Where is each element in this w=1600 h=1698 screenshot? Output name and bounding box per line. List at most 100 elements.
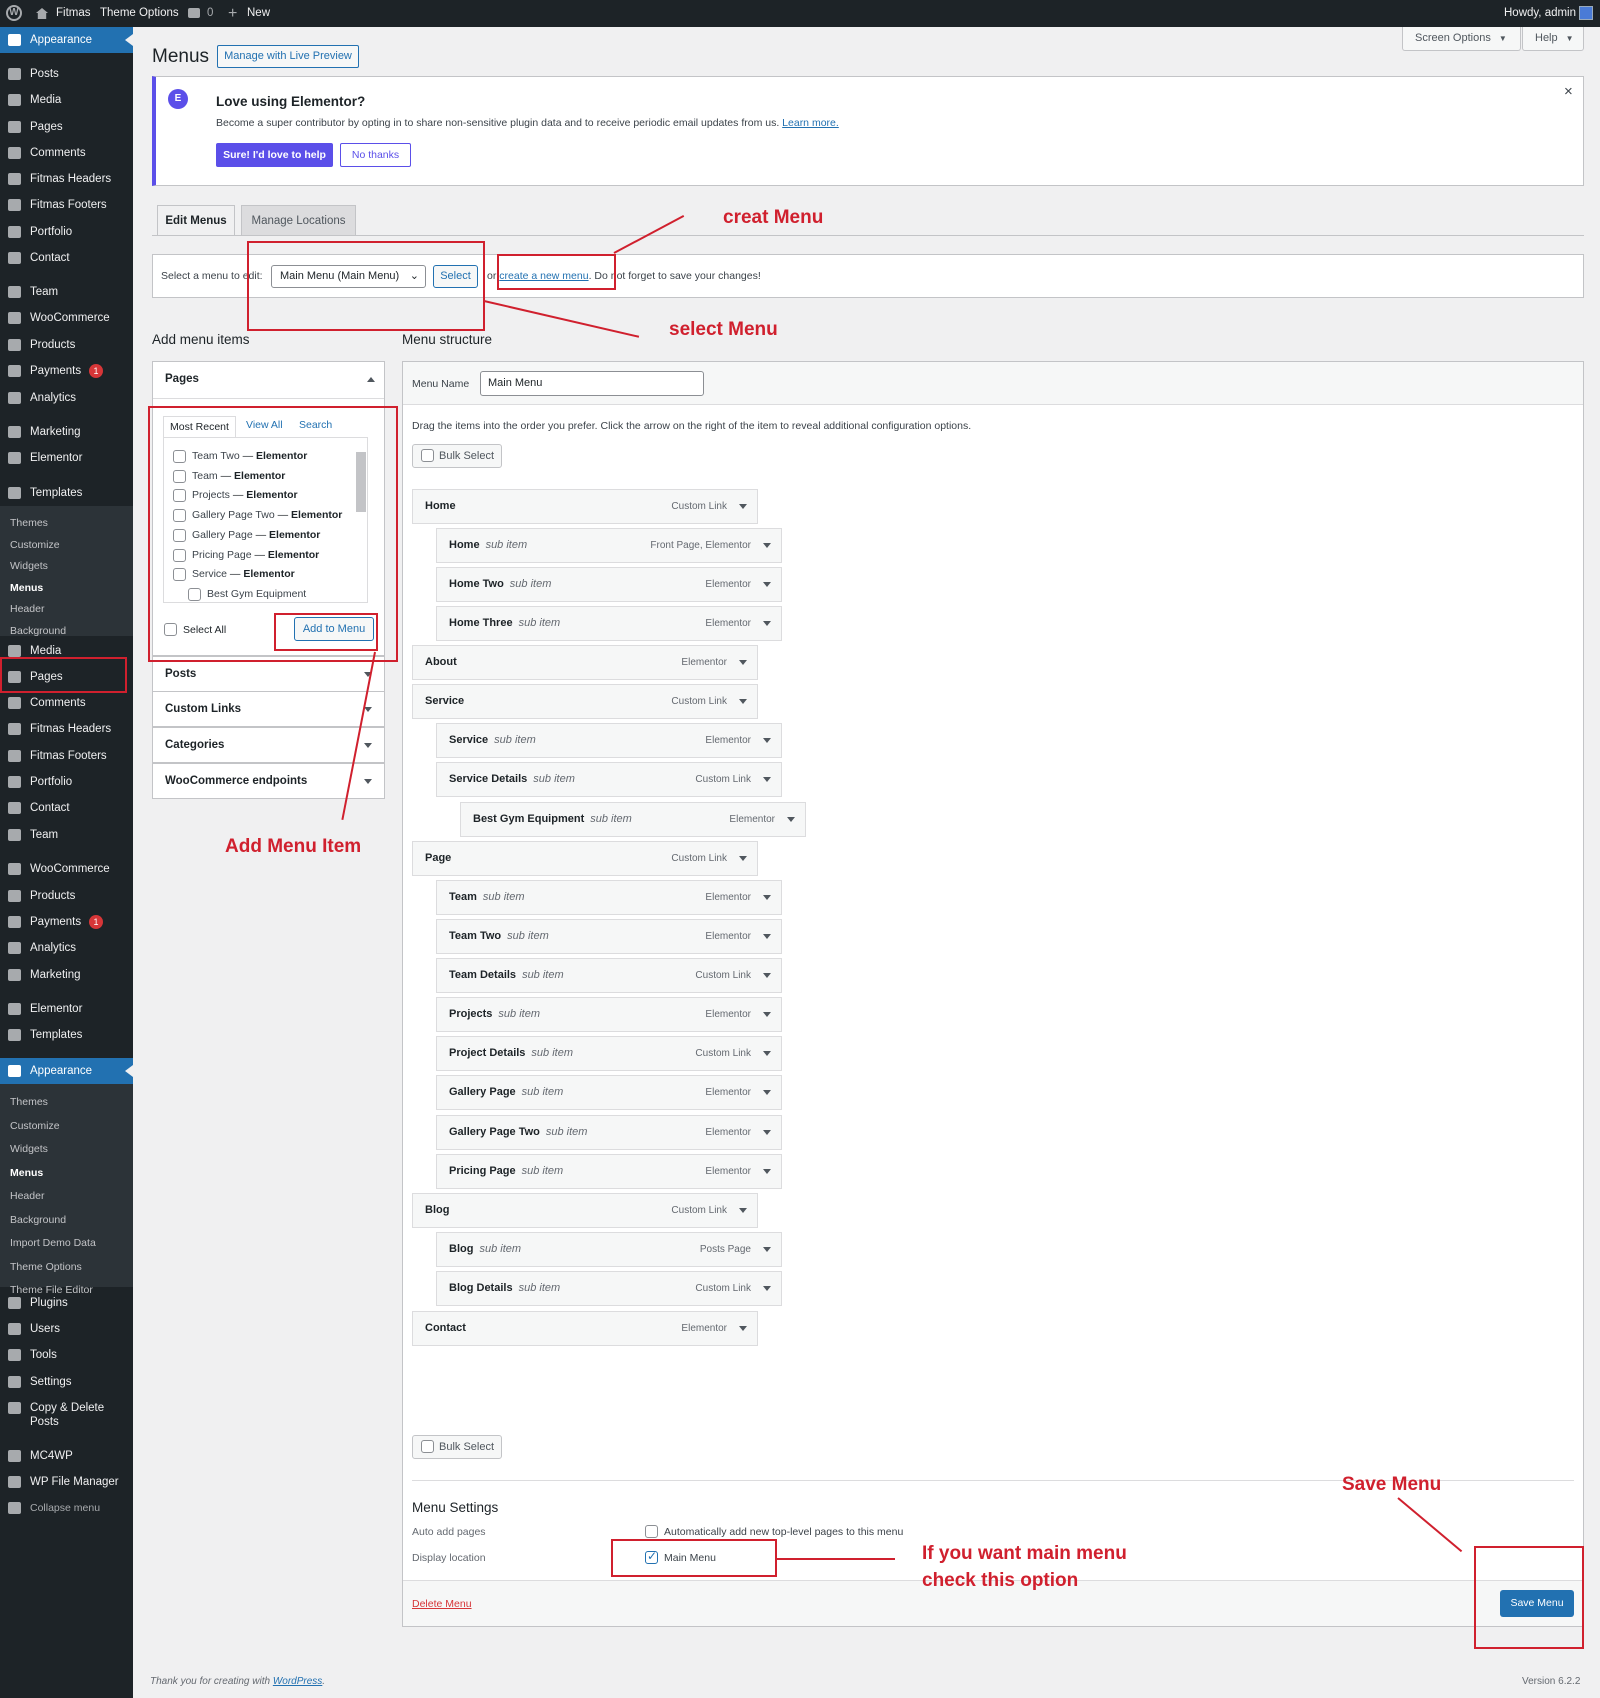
expand-arrow-icon[interactable] bbox=[763, 1286, 771, 1291]
comment-icon[interactable] bbox=[188, 8, 200, 18]
sidebar-item-posts[interactable]: Posts bbox=[0, 61, 133, 87]
expand-arrow-icon[interactable] bbox=[763, 1130, 771, 1135]
sidebar-item-users[interactable]: Users bbox=[0, 1316, 133, 1342]
avatar[interactable] bbox=[1579, 6, 1593, 20]
submenu-theme-options[interactable]: Theme Options bbox=[10, 1257, 82, 1277]
sidebar-item-appearance[interactable]: Appearance bbox=[0, 1058, 133, 1084]
bulk-select-checkbox[interactable] bbox=[421, 1440, 434, 1453]
live-preview-button[interactable]: Manage with Live Preview bbox=[217, 45, 359, 68]
menu-item-blog[interactable]: Blog sub item Posts Page bbox=[436, 1232, 782, 1267]
submenu-menus[interactable]: Menus bbox=[10, 578, 43, 598]
submenu-themes[interactable]: Themes bbox=[10, 513, 48, 533]
menu-item-home-two[interactable]: Home Two sub item Elementor bbox=[436, 567, 782, 602]
menu-item-blog-details[interactable]: Blog Details sub item Custom Link bbox=[436, 1271, 782, 1306]
sidebar-item-products[interactable]: Products bbox=[0, 332, 133, 358]
menu-item-home[interactable]: Home Custom Link bbox=[412, 489, 758, 524]
wordpress-logo-icon[interactable]: W bbox=[6, 5, 22, 21]
submenu-customize[interactable]: Customize bbox=[10, 535, 60, 555]
expand-arrow-icon[interactable] bbox=[763, 1090, 771, 1095]
menu-item-service[interactable]: Service Custom Link bbox=[412, 684, 758, 719]
expand-arrow-icon[interactable] bbox=[763, 934, 771, 939]
sidebar-item-mc4wp[interactable]: MC4WP bbox=[0, 1443, 133, 1469]
notice-no-button[interactable]: No thanks bbox=[340, 143, 411, 167]
expand-arrow-icon[interactable] bbox=[739, 660, 747, 665]
sidebar-item-portfolio[interactable]: Portfolio bbox=[0, 769, 133, 795]
sidebar-item-fitmas-footers[interactable]: Fitmas Footers bbox=[0, 743, 133, 769]
chevron-up-icon[interactable] bbox=[367, 377, 375, 382]
sidebar-item-pages[interactable]: Pages bbox=[0, 114, 133, 140]
sidebar-item-templates[interactable]: Templates bbox=[0, 1022, 133, 1048]
submenu-customize[interactable]: Customize bbox=[10, 1116, 60, 1136]
menu-item-gallery-page-two[interactable]: Gallery Page Two sub item Elementor bbox=[436, 1115, 782, 1150]
sidebar-item-comments[interactable]: Comments bbox=[0, 140, 133, 166]
menu-item-contact[interactable]: Contact Elementor bbox=[412, 1311, 758, 1346]
menu-item-pricing-page[interactable]: Pricing Page sub item Elementor bbox=[436, 1154, 782, 1189]
menu-item-gallery-page[interactable]: Gallery Page sub item Elementor bbox=[436, 1075, 782, 1110]
sidebar-item-comments[interactable]: Comments bbox=[0, 690, 133, 716]
submenu-widgets[interactable]: Widgets bbox=[10, 1139, 48, 1159]
help-button[interactable]: Help ▼ bbox=[1522, 27, 1584, 51]
close-icon[interactable]: × bbox=[1564, 83, 1573, 100]
sidebar-item-templates[interactable]: Templates bbox=[0, 480, 133, 506]
menu-item-project-details[interactable]: Project Details sub item Custom Link bbox=[436, 1036, 782, 1071]
notice-yes-button[interactable]: Sure! I'd love to help bbox=[216, 143, 333, 167]
menu-item-service[interactable]: Service sub item Elementor bbox=[436, 723, 782, 758]
sidebar-item-settings[interactable]: Settings bbox=[0, 1369, 133, 1395]
sidebar-item-marketing[interactable]: Marketing bbox=[0, 962, 133, 988]
menu-item-service-details[interactable]: Service Details sub item Custom Link bbox=[436, 762, 782, 797]
sidebar-item-payments[interactable]: Payments 1 bbox=[0, 909, 133, 935]
sidebar-item-elementor[interactable]: Elementor bbox=[0, 996, 133, 1022]
expand-arrow-icon[interactable] bbox=[739, 856, 747, 861]
sidebar-item-contact[interactable]: Contact bbox=[0, 245, 133, 271]
auto-add-checkbox[interactable] bbox=[645, 1525, 658, 1538]
sidebar-item-analytics[interactable]: Analytics bbox=[0, 935, 133, 961]
expand-arrow-icon[interactable] bbox=[763, 973, 771, 978]
theme-options-link[interactable]: Theme Options bbox=[100, 0, 179, 27]
pages-accordion-title[interactable]: Pages bbox=[165, 373, 199, 385]
submenu-themes[interactable]: Themes bbox=[10, 1092, 48, 1112]
sidebar-item-fitmas-footers[interactable]: Fitmas Footers bbox=[0, 192, 133, 218]
sidebar-item-copy-delete-posts[interactable]: Copy & Delete Posts bbox=[0, 1395, 133, 1428]
sidebar-item-woocommerce[interactable]: WooCommerce bbox=[0, 305, 133, 331]
tab-edit-menus[interactable]: Edit Menus bbox=[157, 205, 235, 235]
learn-more-link[interactable]: Learn more. bbox=[782, 117, 839, 129]
expand-arrow-icon[interactable] bbox=[739, 504, 747, 509]
sidebar-item-team[interactable]: Team bbox=[0, 279, 133, 305]
menu-name-input[interactable]: Main Menu bbox=[480, 371, 704, 396]
plus-icon[interactable]: + bbox=[228, 0, 237, 27]
submenu-import-demo-data[interactable]: Import Demo Data bbox=[10, 1233, 96, 1253]
expand-arrow-icon[interactable] bbox=[763, 777, 771, 782]
submenu-header[interactable]: Header bbox=[10, 1186, 44, 1206]
screen-options-button[interactable]: Screen Options ▼ bbox=[1402, 27, 1521, 51]
site-name-link[interactable]: Fitmas bbox=[56, 0, 91, 27]
expand-arrow-icon[interactable] bbox=[763, 582, 771, 587]
sidebar-item-contact[interactable]: Contact bbox=[0, 795, 133, 821]
menu-item-best-gym-equipment[interactable]: Best Gym Equipment sub item Elementor bbox=[460, 802, 806, 837]
sidebar-item-marketing[interactable]: Marketing bbox=[0, 419, 133, 445]
menu-item-team-details[interactable]: Team Details sub item Custom Link bbox=[436, 958, 782, 993]
bulk-select-checkbox[interactable] bbox=[421, 449, 434, 462]
submenu-widgets[interactable]: Widgets bbox=[10, 556, 48, 576]
menu-item-page[interactable]: Page Custom Link bbox=[412, 841, 758, 876]
submenu-header[interactable]: Header bbox=[10, 599, 44, 619]
menu-item-home[interactable]: Home sub item Front Page, Elementor bbox=[436, 528, 782, 563]
menu-item-team-two[interactable]: Team Two sub item Elementor bbox=[436, 919, 782, 954]
sidebar-item-portfolio[interactable]: Portfolio bbox=[0, 219, 133, 245]
expand-arrow-icon[interactable] bbox=[763, 1051, 771, 1056]
sidebar-item-plugins[interactable]: Plugins bbox=[0, 1290, 133, 1316]
bulk-select-bottom[interactable]: Bulk Select bbox=[412, 1435, 502, 1459]
menu-item-team[interactable]: Team sub item Elementor bbox=[436, 880, 782, 915]
sidebar-item-analytics[interactable]: Analytics bbox=[0, 385, 133, 411]
tab-manage-locations[interactable]: Manage Locations bbox=[241, 205, 356, 235]
delete-menu-link[interactable]: Delete Menu bbox=[412, 1598, 472, 1610]
menu-item-home-three[interactable]: Home Three sub item Elementor bbox=[436, 606, 782, 641]
menu-item-about[interactable]: About Elementor bbox=[412, 645, 758, 680]
menu-item-blog[interactable]: Blog Custom Link bbox=[412, 1193, 758, 1228]
sidebar-item-payments[interactable]: Payments 1 bbox=[0, 358, 133, 384]
comments-count[interactable]: 0 bbox=[207, 0, 213, 27]
howdy-user[interactable]: Howdy, admin bbox=[1504, 0, 1576, 27]
accordion-categories[interactable]: Categories bbox=[152, 727, 385, 763]
expand-arrow-icon[interactable] bbox=[763, 738, 771, 743]
expand-arrow-icon[interactable] bbox=[763, 1247, 771, 1252]
sidebar-item-products[interactable]: Products bbox=[0, 883, 133, 909]
